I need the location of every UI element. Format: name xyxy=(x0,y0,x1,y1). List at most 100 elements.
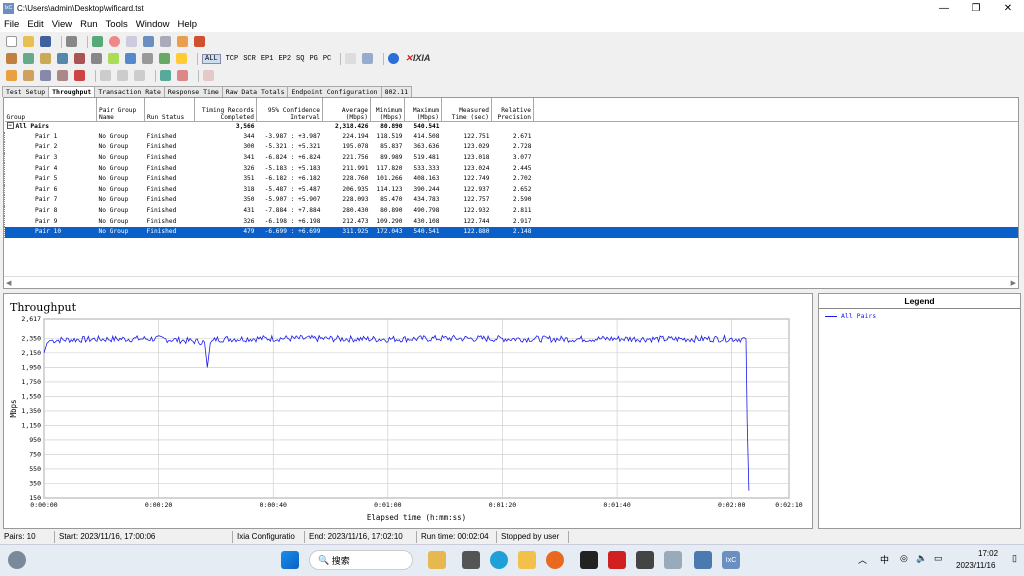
table-row[interactable]: Pair 3 No Group Finished 341 -6.824 : +6.824… xyxy=(4,152,1018,164)
pair-icon[interactable] xyxy=(6,53,17,64)
window-icon[interactable] xyxy=(345,53,357,64)
filter-pc[interactable]: PC xyxy=(323,55,331,63)
filter-ep1[interactable]: EP1 xyxy=(261,55,274,63)
tab-throughput[interactable]: Throughput xyxy=(48,86,96,97)
table-row[interactable]: Pair 6 No Group Finished 318 -5.487 : +5.487… xyxy=(4,184,1018,196)
group-icon[interactable] xyxy=(23,53,34,64)
stop-icon[interactable] xyxy=(109,36,120,47)
menu-help[interactable]: Help xyxy=(174,19,202,30)
tab-802-11[interactable]: 802.11 xyxy=(380,86,413,97)
table-row[interactable]: Pair 7 No Group Finished 350 -5.907 : +5.907… xyxy=(4,195,1018,206)
script-icon[interactable] xyxy=(40,53,51,64)
delete-icon[interactable] xyxy=(74,53,85,64)
clock-time[interactable]: 17:02 xyxy=(978,549,998,558)
app-icon-2[interactable] xyxy=(636,551,654,569)
col-maximum[interactable]: Maximum (Mbps) xyxy=(404,98,442,122)
add-multicast-icon[interactable] xyxy=(23,70,34,81)
close-button[interactable]: ✕ xyxy=(992,0,1024,16)
explorer-icon[interactable] xyxy=(518,551,536,569)
chart-icon[interactable] xyxy=(125,53,136,64)
tab-test-setup[interactable]: Test Setup xyxy=(2,86,50,97)
print-icon[interactable] xyxy=(66,36,77,47)
bulb-icon[interactable] xyxy=(176,53,187,64)
new-icon[interactable] xyxy=(6,36,17,47)
col-timing-records[interactable]: Timing Records Completed xyxy=(194,98,257,122)
graph-icon[interactable] xyxy=(142,53,153,64)
settings-icon[interactable] xyxy=(160,36,171,47)
edit-icon[interactable] xyxy=(91,53,102,64)
open-icon[interactable] xyxy=(23,36,34,47)
menu-tools[interactable]: Tools xyxy=(102,19,132,30)
menu-window[interactable]: Window xyxy=(132,19,174,30)
filter-pg[interactable]: PG xyxy=(309,55,317,63)
remove-pair-icon[interactable] xyxy=(57,70,68,81)
delete-pair-icon[interactable] xyxy=(74,70,85,81)
table-row[interactable]: Pair 2 No Group Finished 300 -5.321 : +5.321… xyxy=(4,142,1018,153)
table-row[interactable]: Pair 5 No Group Finished 351 -6.182 : +6.182… xyxy=(4,173,1018,185)
filter-tcp[interactable]: TCP xyxy=(226,55,239,63)
tab-transaction-rate[interactable]: Transaction Rate xyxy=(94,86,165,97)
expand-icon[interactable]: − xyxy=(6,122,14,130)
add-pair-icon[interactable] xyxy=(6,70,17,81)
all-pairs-row[interactable]: − All Pairs 3,566 2,318.426 80.890 540.54… xyxy=(5,121,1018,132)
task-view-icon[interactable] xyxy=(462,551,480,569)
filter-all[interactable]: ALL xyxy=(202,53,221,64)
tab-response-time[interactable]: Response Time xyxy=(163,86,223,97)
move-icon[interactable] xyxy=(134,70,145,81)
filter-sq[interactable]: SQ xyxy=(296,55,304,63)
tab-endpoint-configuration[interactable]: Endpoint Configuration xyxy=(287,86,382,97)
start-icon[interactable] xyxy=(281,551,299,569)
filter-ep2[interactable]: EP2 xyxy=(278,55,291,63)
search-box[interactable]: 🔍 搜索 xyxy=(309,550,413,570)
firefox-icon[interactable] xyxy=(546,551,564,569)
link-icon[interactable] xyxy=(57,53,68,64)
table-row[interactable]: Pair 10 No Group Finished 479 -6.699 : +6.69… xyxy=(4,226,1018,238)
col-pair-group-name[interactable]: Pair Group Name xyxy=(96,98,145,122)
col-group[interactable]: Group xyxy=(4,98,97,122)
swap-icon[interactable] xyxy=(100,70,111,81)
check-icon[interactable] xyxy=(108,53,119,64)
widgets-icon[interactable] xyxy=(8,551,26,569)
menu-edit[interactable]: Edit xyxy=(23,19,47,30)
table-icon[interactable] xyxy=(159,53,170,64)
minimize-button[interactable]: — xyxy=(928,0,960,16)
menu-view[interactable]: View xyxy=(48,19,76,30)
edit-pair-icon[interactable] xyxy=(40,70,51,81)
battery-icon[interactable]: ▭ xyxy=(934,553,943,564)
edge-icon[interactable] xyxy=(490,551,508,569)
copy-icon[interactable] xyxy=(126,36,137,47)
col-average[interactable]: Average (Mbps) xyxy=(322,98,371,122)
table-row[interactable]: Pair 4 No Group Finished 326 -5.183 : +5.183… xyxy=(4,163,1018,174)
col-minimum[interactable]: Minimum (Mbps) xyxy=(370,98,405,122)
app-icon-1[interactable] xyxy=(428,551,446,569)
cut-icon[interactable] xyxy=(117,70,128,81)
maximize-button[interactable]: ❐ xyxy=(960,0,992,16)
monitor-icon[interactable] xyxy=(362,53,374,64)
clear-icon[interactable] xyxy=(203,70,214,81)
tab-raw-data-totals[interactable]: Raw Data Totals xyxy=(221,86,289,97)
monitor-app-icon[interactable] xyxy=(664,551,682,569)
col-confidence-interval[interactable]: 95% Confidence Interval xyxy=(256,98,323,122)
arrow-icon[interactable] xyxy=(143,36,154,47)
terminal-icon[interactable] xyxy=(580,551,598,569)
export-icon[interactable] xyxy=(194,36,205,47)
col-relative-precision[interactable]: Relative Precision xyxy=(491,98,534,122)
ixchariot-taskbar-icon[interactable]: IxC xyxy=(722,551,740,569)
filter-scr[interactable]: SCR xyxy=(243,55,256,63)
network-icon[interactable]: ◎ xyxy=(900,553,908,564)
horizontal-scrollbar[interactable]: ◀ ▶ xyxy=(4,276,1018,288)
table-row[interactable]: Pair 8 No Group Finished 431 -7.884 : +7.884… xyxy=(4,205,1018,217)
save-icon[interactable] xyxy=(40,36,51,47)
info-icon[interactable] xyxy=(388,53,400,64)
table-row[interactable]: Pair 1 No Group Finished 344 -3.987 : +3.987… xyxy=(4,131,1018,143)
run-icon[interactable] xyxy=(92,36,103,47)
table-row[interactable]: Pair 9 No Group Finished 326 -6.198 : +6.198… xyxy=(4,216,1018,227)
col-measured-time[interactable]: Measured Time (sec) xyxy=(441,98,492,122)
col-run-status[interactable]: Run Status xyxy=(144,98,195,122)
report-icon[interactable] xyxy=(177,36,188,47)
clock-date[interactable]: 2023/11/16 xyxy=(956,561,995,570)
collapse-icon[interactable] xyxy=(177,70,188,81)
menu-run[interactable]: Run xyxy=(76,19,101,30)
ime-indicator[interactable]: 中 xyxy=(880,553,889,566)
volume-icon[interactable]: 🔈 xyxy=(916,553,927,564)
